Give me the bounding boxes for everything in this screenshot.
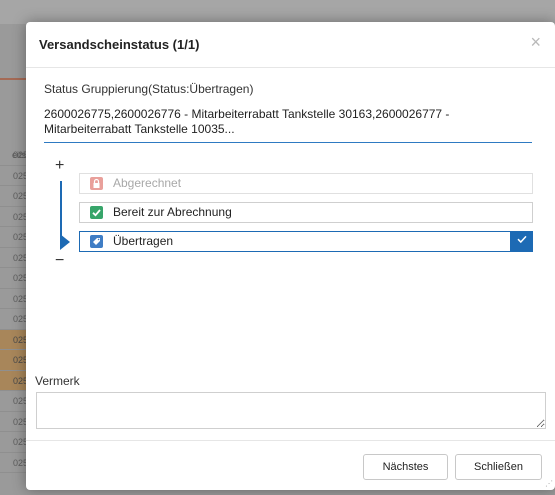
status-item-abgerechnet: Abgerechnet xyxy=(79,173,533,194)
status-label: Übertragen xyxy=(113,234,174,248)
remark-field[interactable] xyxy=(36,392,546,429)
tree-connector xyxy=(60,181,62,238)
background-toolbar xyxy=(0,0,555,24)
expand-icon[interactable]: + xyxy=(55,158,64,174)
current-status-arrow-icon xyxy=(60,234,70,250)
close-button[interactable]: Schließen xyxy=(455,454,542,480)
dialog-header: Versandscheinstatus (1/1) × xyxy=(26,22,555,68)
lock-icon xyxy=(90,177,103,190)
status-label: Abgerechnet xyxy=(113,176,182,190)
group-value: 2600026775,2600026776 - Mitarbeiterrabat… xyxy=(44,107,532,143)
close-icon[interactable]: × xyxy=(530,33,541,51)
status-item-bereit-zur-abrechnung[interactable]: Bereit zur Abrechnung xyxy=(79,202,533,223)
dialog-title: Versandscheinstatus (1/1) xyxy=(39,37,200,52)
resize-grip-icon[interactable]: ⋰ xyxy=(545,480,553,488)
remark-label: Vermerk xyxy=(35,374,80,388)
status-item-uebertragen[interactable]: Übertragen xyxy=(79,231,533,252)
selected-check-icon xyxy=(510,231,533,252)
tag-icon xyxy=(90,235,103,248)
group-label: Status Gruppierung(Status:Übertragen) xyxy=(44,82,254,96)
status-label: Bereit zur Abrechnung xyxy=(113,205,232,219)
checkmark-icon xyxy=(90,206,103,219)
collapse-icon[interactable]: − xyxy=(55,253,64,269)
next-button[interactable]: Nächstes xyxy=(363,454,448,480)
status-dialog: Versandscheinstatus (1/1) × Status Grupp… xyxy=(26,22,555,490)
dialog-footer: Nächstes Schließen ⋰ xyxy=(26,440,555,490)
